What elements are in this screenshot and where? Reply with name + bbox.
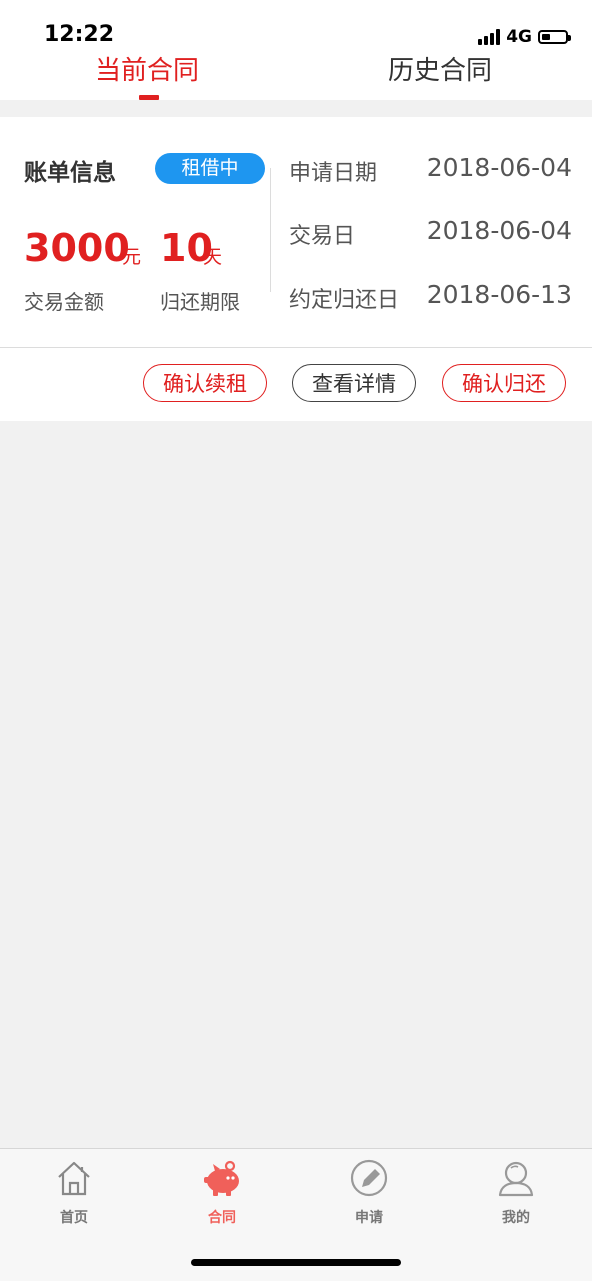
amount-unit: 元 bbox=[122, 246, 142, 268]
amount-value: 3000 bbox=[24, 226, 130, 270]
piggy-bank-icon bbox=[204, 1160, 239, 1196]
network-type: 4G bbox=[506, 27, 532, 47]
term-unit: 天 bbox=[203, 246, 223, 268]
battery-level bbox=[542, 34, 550, 40]
return-date-label: 约定归还日 bbox=[289, 288, 400, 313]
amount-label: 交易金额 bbox=[24, 290, 104, 314]
bill-title: 账单信息 bbox=[24, 160, 116, 186]
return-date-value: 2018-06-13 bbox=[426, 280, 572, 309]
active-tab-indicator bbox=[139, 95, 159, 100]
card-vertical-divider bbox=[270, 168, 271, 292]
confirm-renew-button[interactable]: 确认续租 bbox=[143, 364, 267, 402]
tab-history-contract[interactable]: 历史合同 bbox=[388, 50, 492, 87]
apply-date-label: 申请日期 bbox=[289, 161, 378, 186]
status-indicators: 4G bbox=[478, 24, 571, 50]
home-icon bbox=[58, 1161, 90, 1196]
battery-icon bbox=[538, 30, 571, 44]
view-detail-button[interactable]: 查看详情 bbox=[292, 364, 416, 402]
term-label: 归还期限 bbox=[160, 290, 240, 314]
trade-date-label: 交易日 bbox=[289, 224, 356, 249]
nav-mine[interactable]: 我的 bbox=[466, 1158, 566, 1228]
nav-mine-label: 我的 bbox=[502, 1210, 530, 1226]
user-icon bbox=[498, 1161, 534, 1197]
nav-home-label: 首页 bbox=[60, 1210, 88, 1226]
nav-contract-label: 合同 bbox=[208, 1210, 236, 1226]
nav-apply[interactable]: 申请 bbox=[319, 1158, 419, 1228]
nav-contract[interactable]: 合同 bbox=[172, 1158, 272, 1228]
status-badge: 租借中 bbox=[155, 153, 265, 184]
nav-home[interactable]: 首页 bbox=[24, 1158, 124, 1228]
status-time: 12:22 bbox=[44, 22, 115, 47]
signal-icon bbox=[478, 29, 501, 45]
confirm-return-button[interactable]: 确认归还 bbox=[442, 364, 566, 402]
top-bar bbox=[0, 0, 592, 100]
apply-date-value: 2018-06-04 bbox=[426, 153, 572, 182]
pencil-icon bbox=[350, 1159, 388, 1197]
home-indicator[interactable] bbox=[191, 1259, 401, 1266]
nav-apply-label: 申请 bbox=[355, 1210, 383, 1226]
trade-date-value: 2018-06-04 bbox=[426, 216, 572, 245]
tab-current-contract[interactable]: 当前合同 bbox=[95, 50, 199, 87]
